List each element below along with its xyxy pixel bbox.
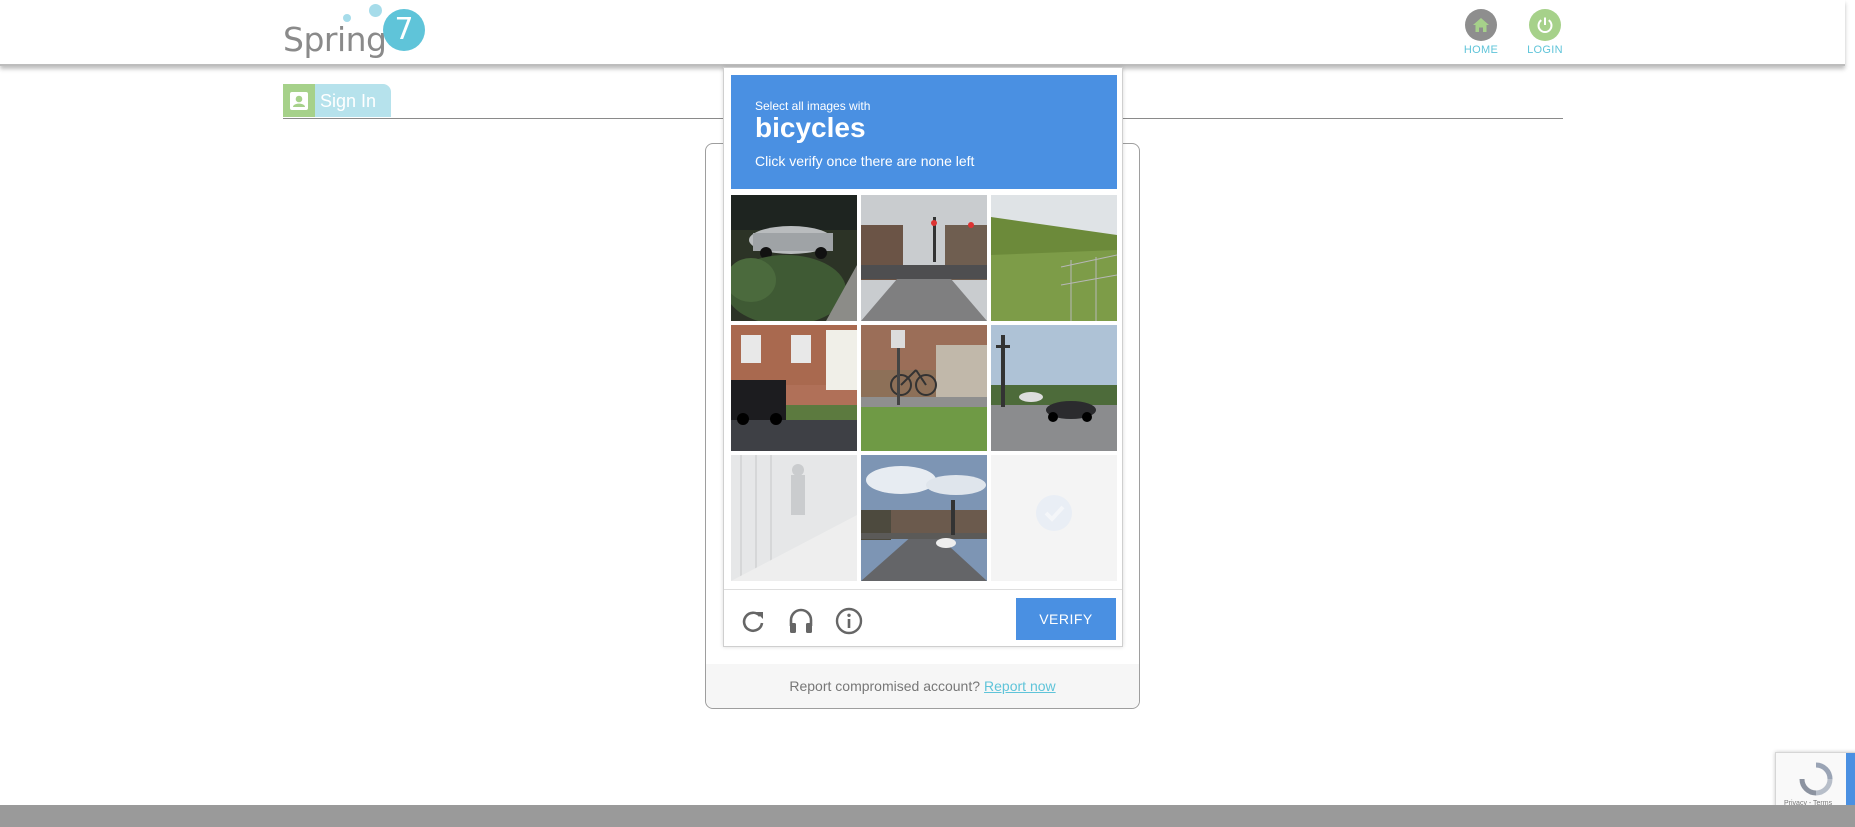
captcha-tile-5[interactable]: [861, 325, 987, 451]
captcha-instructions: Select all images with bicycles Click ve…: [731, 75, 1117, 189]
captcha-tile-3[interactable]: [991, 195, 1117, 321]
logo-number-badge: 7: [383, 9, 425, 51]
logo-dot: [343, 14, 351, 22]
home-icon: [1465, 9, 1497, 41]
report-now-link[interactable]: Report now: [984, 678, 1056, 694]
headphones-icon[interactable]: [786, 606, 816, 636]
captcha-tile-6[interactable]: [991, 325, 1117, 451]
captcha-tile-8[interactable]: [861, 455, 987, 581]
footer-bar: [0, 805, 1855, 827]
card-footer: Report compromised account? Report now: [706, 664, 1139, 708]
reload-icon[interactable]: [738, 606, 768, 636]
captcha-tile-1[interactable]: [731, 195, 857, 321]
captcha-instruction-small: Select all images with: [755, 99, 871, 113]
nav-login-label: LOGIN: [1527, 44, 1563, 56]
recaptcha-logo-icon: [1799, 762, 1833, 796]
verify-button[interactable]: VERIFY: [1016, 598, 1116, 640]
logo-dot: [369, 4, 382, 17]
nav-home-label: HOME: [1463, 44, 1499, 56]
user-icon: [283, 84, 315, 117]
tab-sign-in[interactable]: Sign In: [283, 84, 391, 117]
nav-login-button[interactable]: LOGIN: [1515, 9, 1575, 56]
tab-sign-in-label: Sign In: [320, 91, 377, 111]
captcha-tile-4[interactable]: [731, 325, 857, 451]
captcha-tile-2[interactable]: [861, 195, 987, 321]
recaptcha-badge-bar: [1846, 753, 1855, 813]
report-text: Report compromised account?: [789, 678, 981, 694]
nav-home-button[interactable]: HOME: [1451, 9, 1511, 56]
captcha-target-word: bicycles: [755, 112, 866, 143]
captcha-challenge: Select all images with bicycles Click ve…: [723, 67, 1123, 647]
top-header: Spring 7 HOME LOGIN: [0, 0, 1845, 66]
captcha-tile-7[interactable]: [731, 455, 857, 581]
captcha-image-grid: [731, 195, 1117, 581]
captcha-tile-9[interactable]: [991, 455, 1117, 581]
captcha-instruction-sub: Click verify once there are none left: [755, 153, 975, 169]
info-icon[interactable]: [834, 606, 864, 636]
captcha-controls: VERIFY: [724, 589, 1122, 647]
power-icon: [1529, 9, 1561, 41]
logo-wordmark: Spring: [283, 20, 387, 59]
